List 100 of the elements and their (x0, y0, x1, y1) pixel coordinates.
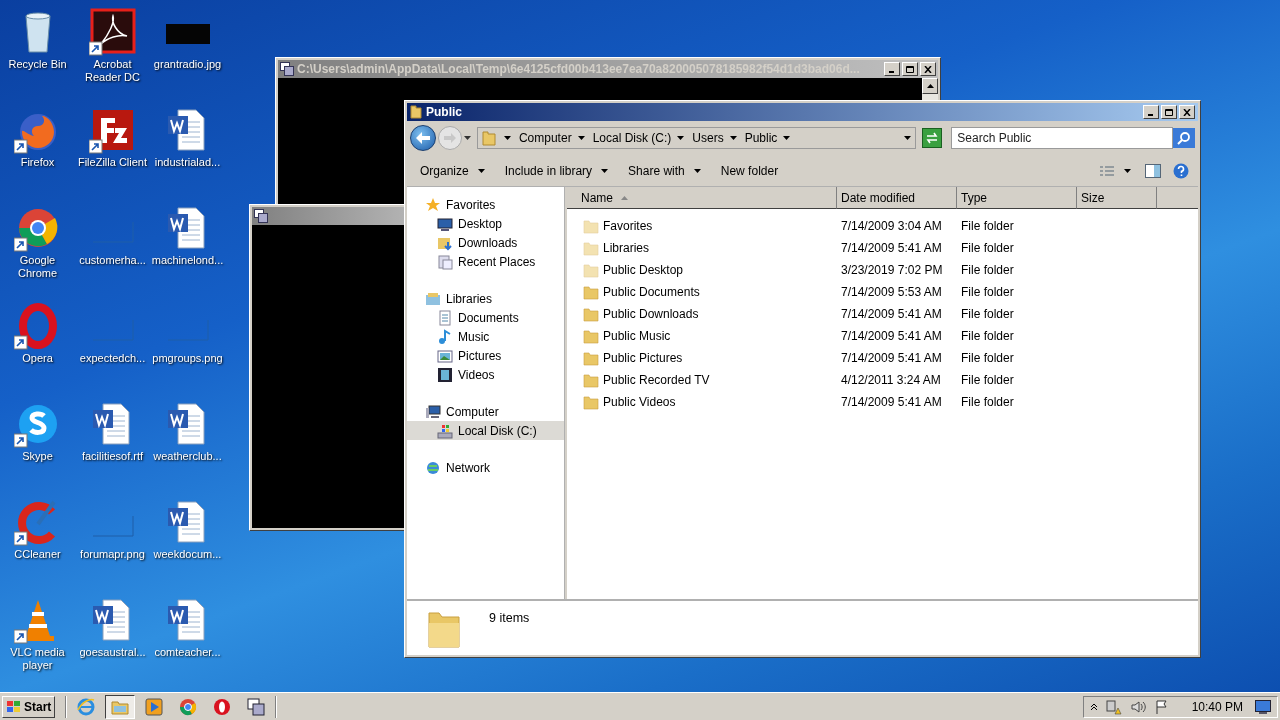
search-icon (1177, 131, 1191, 145)
icon-label[interactable]: grantradio.jpg (153, 58, 222, 71)
icon-label[interactable]: Skype (22, 450, 53, 463)
toolbar-button[interactable]: Include in library (496, 158, 617, 183)
icon-label[interactable]: weatherclub... (153, 450, 222, 463)
column-header[interactable]: Name (567, 187, 837, 209)
icon-label[interactable]: industrialad... (154, 156, 221, 169)
column-header[interactable]: Type (957, 187, 1077, 209)
table-cell-text: 7/14/2009 3:04 AM (840, 218, 943, 235)
breadcrumb[interactable]: Public (744, 129, 778, 147)
pdf-icon[interactable] (88, 8, 137, 56)
table-cell-text: File folder (960, 262, 1015, 279)
close-button[interactable] (920, 62, 936, 76)
close-icon (924, 65, 932, 73)
table-cell-text: 4/12/2011 3:24 AM (840, 372, 942, 389)
icon-label[interactable]: pmgroups.png (152, 352, 223, 365)
maximize-button[interactable] (1161, 105, 1177, 119)
nav-item[interactable]: Downloads (407, 233, 564, 252)
item-count: 9 items (489, 610, 530, 627)
nav-item[interactable]: Desktop (407, 214, 564, 233)
icon-label[interactable]: customerha... (79, 254, 146, 267)
caret-icon (693, 168, 701, 173)
back-button[interactable] (410, 125, 436, 151)
icon-label[interactable]: machinelond... (151, 254, 224, 267)
caret-icon (601, 168, 609, 173)
icon-label[interactable]: CCleaner (14, 548, 61, 561)
circle-logo-icon (179, 697, 198, 716)
breadcrumb[interactable]: Computer (518, 129, 572, 147)
console-window-icon (280, 62, 294, 76)
caret-icon (503, 136, 511, 140)
file-name[interactable]: Public Pictures (603, 349, 683, 367)
icon-label[interactable]: Recycle Bin (8, 58, 67, 71)
breadcrumb[interactable]: Local Disk (C:) (592, 129, 672, 147)
file-name[interactable]: Public Documents (603, 283, 700, 301)
speaker-icon[interactable] (1129, 698, 1146, 715)
icon-label[interactable]: Acrobat Reader DC (75, 58, 150, 84)
file-name[interactable]: Public Desktop (603, 261, 684, 279)
chevron-up-icon[interactable] (1089, 702, 1098, 711)
table-cell-text: 7/14/2009 5:41 AM (840, 394, 943, 411)
file-name[interactable]: Public Recorded TV (603, 371, 710, 389)
network-warning-icon[interactable] (1105, 698, 1122, 715)
file-name[interactable]: Public Music (603, 327, 671, 345)
table-cell-text: 7/14/2009 5:53 AM (840, 284, 943, 301)
flag-icon[interactable] (1153, 698, 1170, 715)
minimize-button[interactable] (1143, 105, 1159, 119)
nav-item[interactable]: Music (407, 327, 564, 346)
clock[interactable]: 10:40 PM (1191, 697, 1243, 716)
column-header[interactable]: Size (1077, 187, 1157, 209)
music-note-icon (437, 328, 453, 345)
icon-label[interactable]: expectedch... (79, 352, 146, 365)
show-desktop-icon[interactable] (1255, 699, 1271, 714)
search-button[interactable] (1173, 128, 1195, 148)
close-button[interactable] (1179, 105, 1195, 119)
nav-item[interactable]: Network (407, 458, 564, 477)
table-cell-text: File folder (960, 372, 1015, 389)
icon-label[interactable]: weekdocum... (153, 548, 222, 561)
table-cell-text: 3/23/2019 7:02 PM (840, 262, 944, 279)
icon-label[interactable]: facilitiesof.rtf (81, 450, 144, 463)
document-icon (437, 309, 453, 326)
scroll-up-button[interactable] (922, 78, 938, 94)
library-icon (425, 290, 441, 307)
maximize-button[interactable] (902, 62, 918, 76)
breadcrumb[interactable]: Users (692, 129, 724, 147)
icon-label[interactable]: VLC media player (0, 646, 75, 672)
toolbar-button[interactable]: Share with (620, 158, 709, 183)
drive-icon (437, 422, 453, 439)
nav-item[interactable]: Favorites (407, 195, 564, 214)
ring-logo-icon (213, 697, 232, 716)
start-button[interactable]: Start (2, 695, 56, 718)
minimize-button[interactable] (884, 62, 900, 76)
nav-item[interactable]: Pictures (407, 346, 564, 365)
icon-label[interactable]: forumapr.png (80, 548, 145, 561)
refresh-button[interactable] (922, 128, 943, 148)
nav-item[interactable]: Recent Places (407, 252, 564, 271)
nav-item[interactable]: Libraries (407, 289, 564, 308)
star-icon (425, 196, 441, 213)
icon-label[interactable]: FileZilla Client (77, 156, 148, 169)
file-name[interactable]: Public Downloads (603, 305, 699, 323)
nav-item[interactable]: Local Disk (C:) (407, 421, 564, 440)
e-logo-icon (77, 697, 96, 716)
history-button[interactable] (463, 136, 471, 140)
address-bar[interactable]: Computer Local Disk (C:) Users Public (476, 127, 917, 149)
file-name[interactable]: Public Videos (603, 393, 676, 411)
toolbar-button[interactable]: New folder (712, 158, 787, 183)
search-field[interactable]: Search Public (951, 127, 1173, 149)
icon-label[interactable]: Firefox (20, 156, 55, 169)
help-icon (1173, 162, 1189, 179)
icon-label[interactable]: Google Chrome (0, 254, 75, 280)
nav-item[interactable]: Computer (407, 402, 564, 421)
file-name[interactable]: Libraries (603, 239, 650, 257)
nav-item[interactable]: Videos (407, 365, 564, 384)
toolbar-button[interactable]: Organize (412, 158, 493, 183)
icon-label[interactable]: Opera (22, 352, 53, 365)
caret-icon (463, 136, 471, 140)
file-name[interactable]: Favorites (603, 217, 653, 235)
network-icon (425, 459, 441, 476)
column-header[interactable]: Date modified (837, 187, 957, 209)
taskbar-button[interactable] (105, 694, 136, 719)
icon-label[interactable]: comteacher... (154, 646, 221, 659)
nav-item[interactable]: Documents (407, 308, 564, 327)
